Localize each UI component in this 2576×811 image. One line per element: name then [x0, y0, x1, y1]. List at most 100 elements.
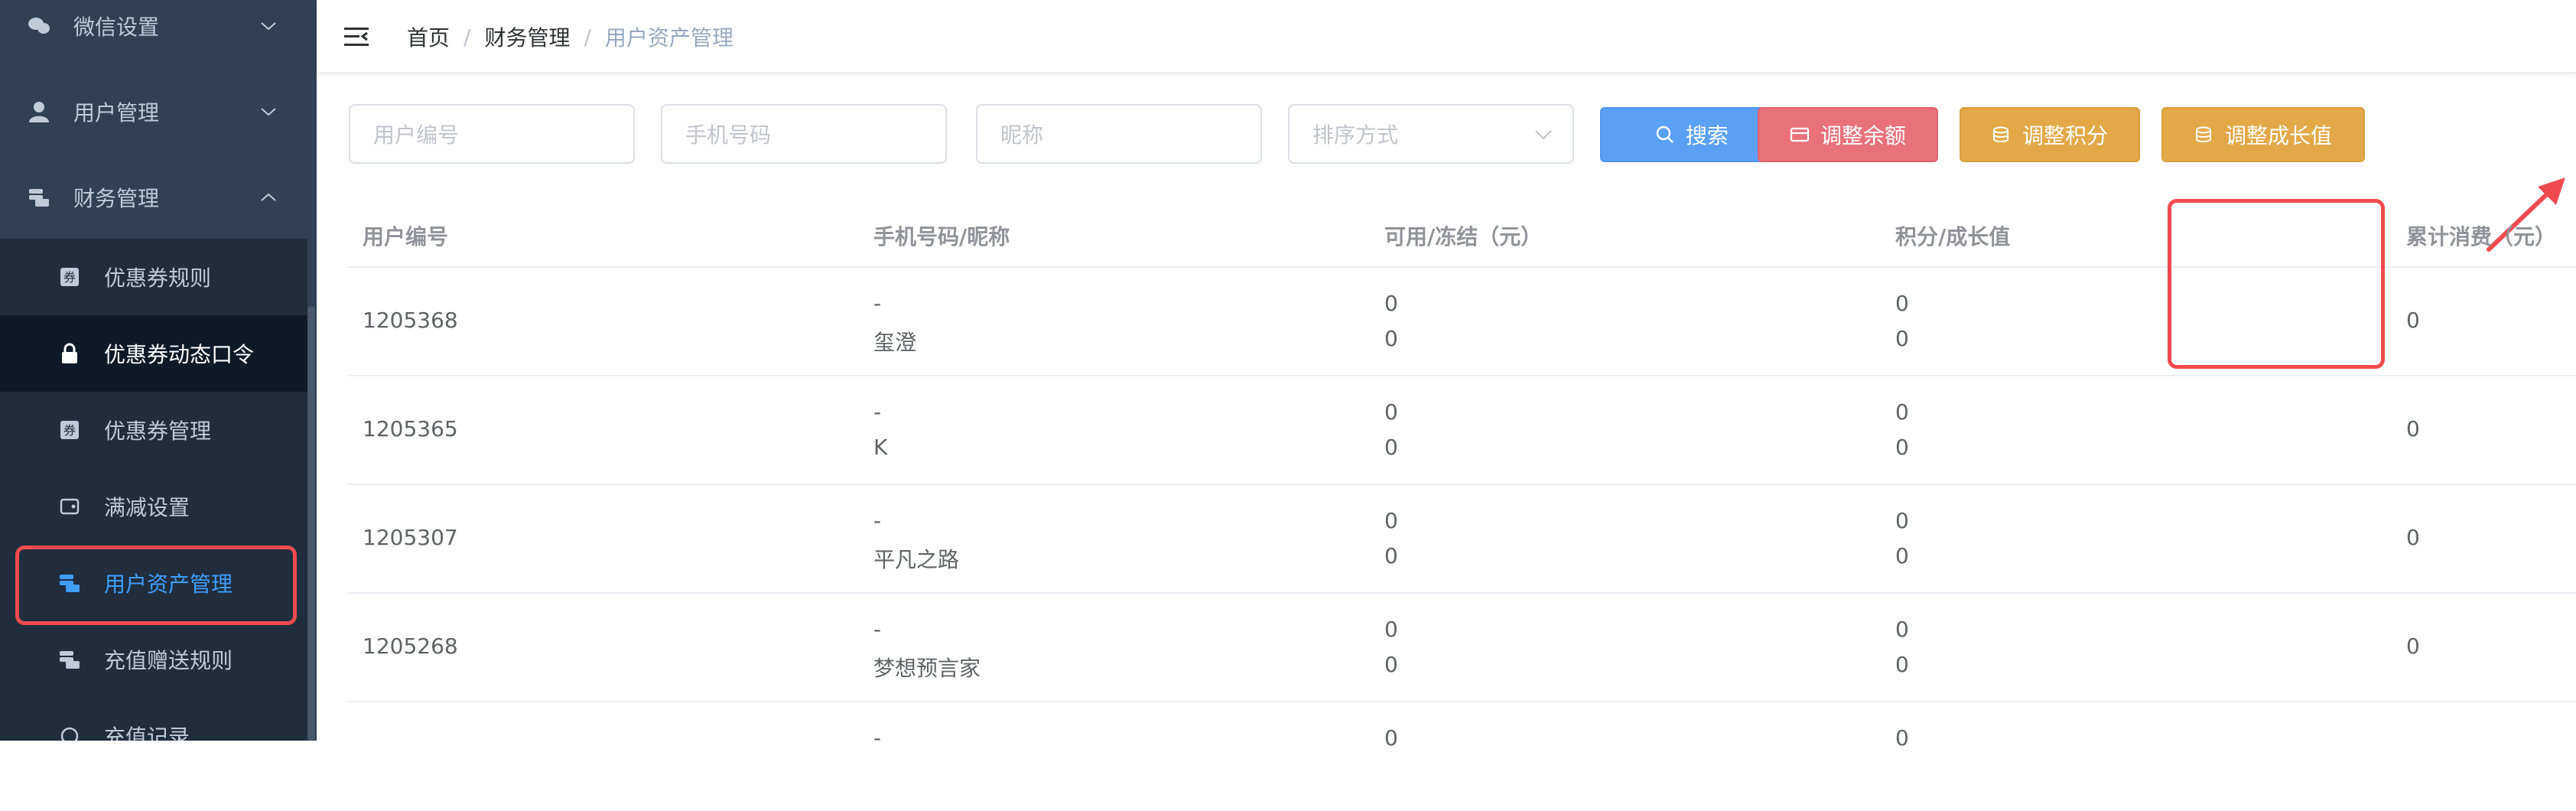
sidebar-item-label: 充值赠送规则	[104, 648, 233, 673]
search-icon	[1655, 124, 1677, 145]
cell-frozen: 0	[1384, 652, 1398, 677]
sidebar-item-label: 微信设置	[73, 15, 160, 40]
cell-nickname: 玺澄	[873, 330, 917, 355]
user-id-input[interactable]: 用户编号	[349, 104, 635, 164]
coupon-icon: 券	[58, 419, 81, 441]
phone-placeholder: 手机号码	[685, 122, 772, 148]
cell-phone: -	[873, 291, 882, 316]
lock-icon	[58, 342, 81, 365]
breadcrumb-home[interactable]: 首页	[407, 21, 450, 52]
cell-user-id: 1205268	[363, 633, 458, 659]
coins-icon	[1992, 124, 2013, 145]
sidebar-scrollbar[interactable]	[307, 306, 315, 741]
sidebar-item-label: 用户管理	[73, 100, 160, 125]
adjust-growth-button[interactable]: 调整成长值	[2161, 107, 2365, 162]
adjust-points-label: 调整积分	[2021, 123, 2108, 148]
sidebar-item-label: 优惠券规则	[104, 265, 212, 291]
sidebar-item-user-management[interactable]: 用户管理	[0, 69, 307, 155]
search-button[interactable]: 搜索	[1600, 107, 1784, 162]
sidebar-item-coupon-rules[interactable]: 券 优惠券规则	[0, 239, 307, 315]
cell-available: 0	[1384, 399, 1398, 425]
cell-points: 0	[1895, 291, 1909, 316]
annotation-highlight-points-column	[2168, 199, 2385, 369]
money-icon	[58, 725, 81, 741]
adjust-points-button[interactable]: 调整积分	[1960, 107, 2140, 162]
search-button-label: 搜索	[1685, 123, 1729, 148]
cell-growth: 0	[1895, 435, 1909, 460]
cell-nickname: 梦想预言家	[873, 656, 981, 681]
cell-phone: -	[873, 399, 882, 425]
column-header-user-id[interactable]: 用户编号	[363, 220, 448, 251]
coins-icon	[2194, 124, 2216, 145]
cell-growth: 0	[1895, 543, 1909, 568]
sidebar-item-label: 充值记录	[104, 725, 190, 741]
cell-total: 0	[2406, 633, 2420, 659]
cell-growth: 0	[1895, 652, 1909, 677]
wechat-icon	[28, 15, 50, 37]
main-content: 首页 / 财务管理 / 用户资产管理 用户编号 手机号码 昵称 排序方式 搜索 …	[317, 0, 2576, 751]
cell-phone: -	[873, 617, 882, 642]
sidebar-item-finance-management[interactable]: 财务管理	[0, 155, 307, 240]
user-id-placeholder: 用户编号	[373, 122, 460, 148]
adjust-growth-label: 调整成长值	[2224, 123, 2332, 148]
adjust-balance-label: 调整余额	[1820, 123, 1906, 148]
sidebar-item-discount-settings[interactable]: 满减设置	[0, 468, 307, 545]
sidebar-item-recharge-gift-rules[interactable]: 充值赠送规则	[0, 621, 307, 698]
cell-frozen: 0	[1384, 435, 1398, 460]
sidebar-item-label: 优惠券动态口令	[104, 342, 255, 367]
sidebar-item-coupon-management[interactable]: 券 优惠券管理	[0, 392, 307, 468]
sidebar: 微信设置 用户管理 财务管理 券 优惠券规则 优惠券动态口令 券 优惠券管理 满…	[0, 0, 317, 741]
cell-points: 0	[1895, 399, 1909, 425]
table-row[interactable]: - 0 0	[347, 702, 2576, 811]
cell-points: 0	[1895, 617, 1909, 642]
cell-user-id: 1205365	[363, 416, 458, 441]
cell-available: 0	[1384, 617, 1398, 642]
sidebar-item-recharge-records[interactable]: 充值记录	[0, 698, 307, 741]
wallet-icon	[58, 495, 81, 518]
chevron-up-icon	[257, 186, 280, 209]
cell-total: 0	[2406, 308, 2420, 333]
column-header-available-frozen[interactable]: 可用/冻结（元）	[1384, 220, 1542, 251]
sidebar-item-label: 优惠券管理	[104, 419, 212, 444]
column-header-points-growth[interactable]: 积分/成长值	[1895, 220, 2010, 251]
cell-user-id: 1205368	[363, 308, 458, 333]
cell-phone: -	[873, 725, 882, 751]
column-header-phone-nickname[interactable]: 手机号码/昵称	[873, 220, 1010, 251]
cell-points: 0	[1895, 725, 1909, 751]
chevron-down-icon	[1533, 124, 1554, 145]
cell-points: 0	[1895, 508, 1909, 533]
cell-user-id: 1205307	[363, 525, 458, 550]
sidebar-item-wechat-settings[interactable]: 微信设置	[0, 0, 307, 69]
sort-placeholder: 排序方式	[1312, 122, 1399, 148]
cell-growth: 0	[1895, 326, 1909, 351]
sidebar-item-label: 财务管理	[73, 186, 160, 211]
sidebar-item-label: 满减设置	[104, 495, 190, 520]
navbar: 首页 / 财务管理 / 用户资产管理	[317, 0, 2576, 73]
cell-total: 0	[2406, 525, 2420, 550]
coins-icon	[58, 648, 81, 671]
column-header-total-consumption[interactable]: 累计消费（元）	[2406, 220, 2556, 251]
table-row[interactable]: 1205268 - 梦想预言家 0 0 0 0 0	[347, 594, 2576, 702]
breadcrumb-separator: /	[463, 24, 471, 50]
table-row[interactable]: 1205365 - K 0 0 0 0 0	[347, 376, 2576, 485]
cell-available: 0	[1384, 291, 1398, 316]
annotation-highlight-sidebar	[15, 546, 297, 625]
card-icon	[1790, 124, 1811, 145]
coupon-icon: 券	[58, 265, 81, 288]
hamburger-menu-icon[interactable]	[343, 23, 370, 50]
sort-select[interactable]: 排序方式	[1288, 104, 1574, 164]
breadcrumb-finance[interactable]: 财务管理	[484, 21, 570, 52]
sidebar-item-coupon-dynamic-code[interactable]: 优惠券动态口令	[0, 315, 307, 392]
table-row[interactable]: 1205307 - 平凡之路 0 0 0 0 0	[347, 485, 2576, 594]
svg-text:券: 券	[63, 423, 76, 438]
cell-nickname: 平凡之路	[873, 547, 960, 572]
cell-phone: -	[873, 508, 882, 533]
cell-nickname: K	[873, 435, 888, 460]
adjust-balance-button[interactable]: 调整余额	[1758, 107, 1938, 162]
breadcrumb-current: 用户资产管理	[604, 25, 733, 50]
cell-available: 0	[1384, 725, 1398, 751]
nickname-input[interactable]: 昵称	[976, 104, 1262, 164]
cell-frozen: 0	[1384, 326, 1398, 351]
phone-input[interactable]: 手机号码	[661, 104, 947, 164]
chevron-down-icon	[257, 100, 280, 123]
